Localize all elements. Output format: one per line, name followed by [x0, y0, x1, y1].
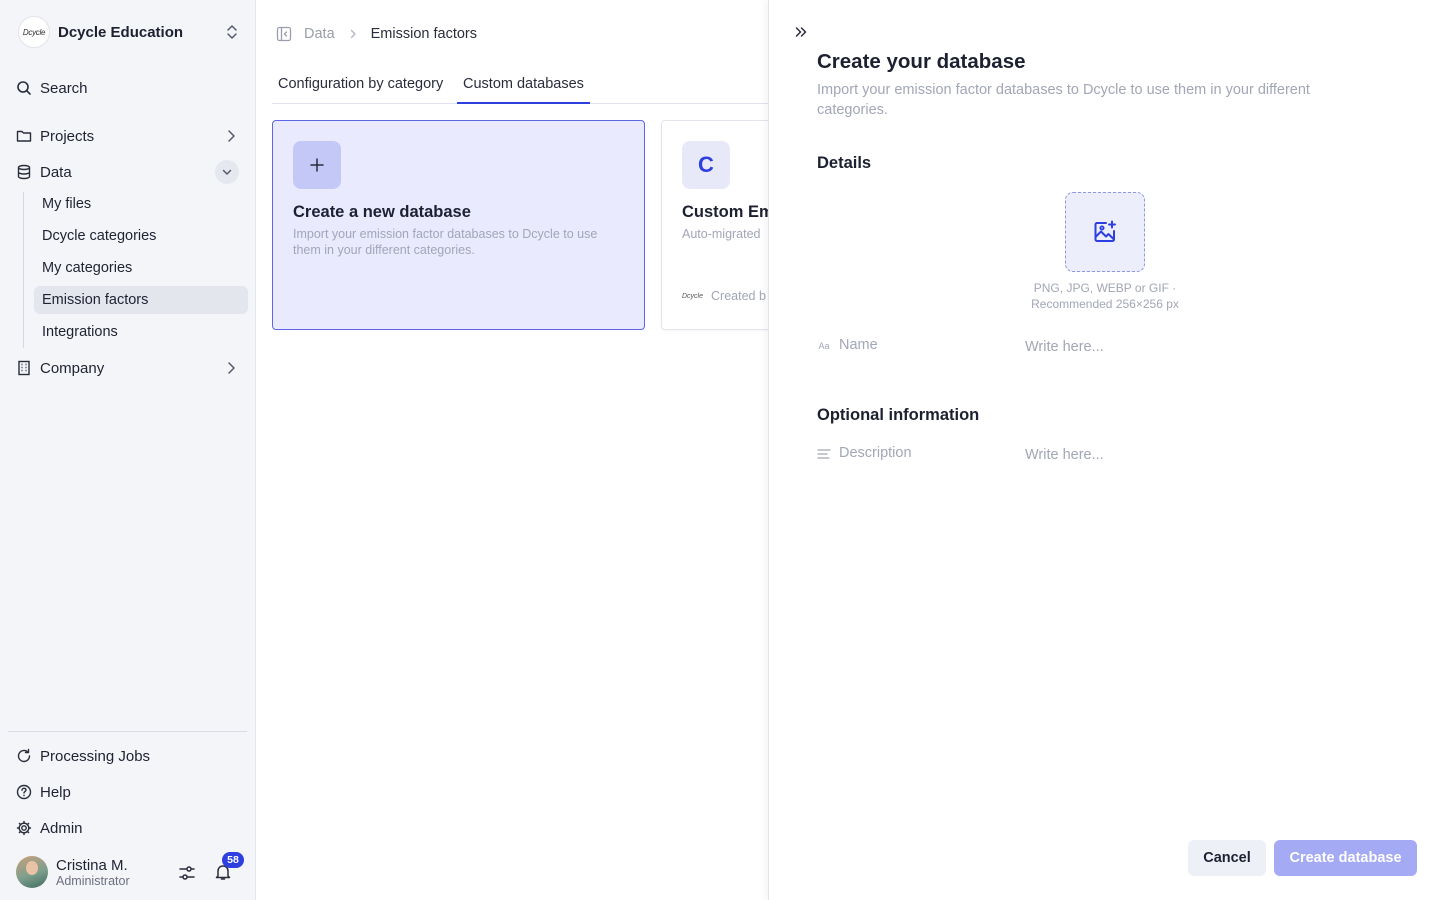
sidebar-divider: [8, 731, 247, 732]
nav-projects-label: Projects: [40, 127, 95, 145]
nav-search-label: Search: [40, 79, 88, 97]
user-profile: Cristina M. Administrator 58: [16, 852, 247, 888]
building-icon: [16, 360, 32, 376]
image-upload[interactable]: [1065, 192, 1145, 272]
subnav-dcycle-categories[interactable]: Dcycle categories: [34, 222, 248, 250]
chevron-right-icon: [228, 362, 235, 374]
create-database-card[interactable]: Create a new database Import your emissi…: [272, 120, 645, 330]
database-icon: [16, 164, 32, 180]
drawer-subtitle: Import your emission factor databases to…: [817, 82, 1310, 118]
subnav-emission-factors[interactable]: Emission factors: [34, 286, 248, 314]
breadcrumb-current: Emission factors: [370, 26, 478, 42]
name-input[interactable]: [1023, 335, 1403, 359]
nav-admin-label: Admin: [40, 819, 83, 837]
tab-bar: Configuration by category Custom databas…: [272, 72, 768, 104]
nav-data-label: Data: [40, 163, 72, 181]
nav-company-label: Company: [40, 359, 105, 377]
name-field-row: Aa Name: [817, 335, 1417, 359]
help-circle-icon: [16, 784, 32, 800]
plus-icon: [293, 141, 341, 189]
org-name: Dcycle Education: [58, 23, 184, 41]
sidebar: Dcycle Dcycle Education Search Projects …: [0, 0, 256, 900]
chevron-down-icon: [222, 169, 232, 175]
nav-data-collapse[interactable]: [215, 160, 239, 184]
card-creator: Dcycle Created b: [682, 289, 766, 303]
tab-configuration-by-category[interactable]: Configuration by category: [278, 72, 443, 104]
drawer-title: Create your database: [817, 50, 1026, 73]
create-card-description: Import your emission factor databases to…: [293, 227, 598, 257]
custom-card-title: Custom Em: [682, 203, 774, 221]
nav-projects[interactable]: Projects: [16, 123, 247, 149]
name-label: Name: [839, 337, 878, 353]
nav-help-label: Help: [40, 783, 71, 801]
breadcrumb: Data Emission factors: [276, 24, 477, 44]
text-type-icon: Aa: [818, 341, 830, 351]
description-field-row: Description: [817, 443, 1417, 467]
description-label: Description: [839, 445, 912, 461]
nav-search[interactable]: Search: [16, 75, 247, 101]
details-heading: Details: [817, 154, 872, 172]
chevron-up-down-icon: [227, 25, 237, 39]
org-logo: Dcycle: [18, 16, 50, 48]
description-input[interactable]: [1023, 443, 1403, 467]
create-card-title: Create a new database: [293, 203, 471, 221]
chevron-right-icon: [350, 29, 356, 39]
chevrons-right-icon[interactable]: [793, 24, 809, 40]
optional-heading: Optional information: [817, 406, 980, 424]
sidebar-toggle-icon[interactable]: [276, 26, 292, 42]
cancel-button[interactable]: Cancel: [1188, 840, 1266, 876]
creator-logo: Dcycle: [682, 292, 704, 300]
tab-custom-databases[interactable]: Custom databases: [457, 72, 590, 104]
nav-admin[interactable]: Admin: [16, 815, 247, 841]
user-name: Cristina M.: [56, 857, 128, 874]
main-content: Data Emission factors Configuration by c…: [256, 0, 861, 900]
settings-sliders-icon[interactable]: [178, 864, 196, 882]
nav-data[interactable]: Data: [16, 159, 247, 185]
gear-icon: [16, 820, 32, 836]
notification-badge: 58: [222, 852, 244, 868]
align-left-icon: [817, 447, 831, 461]
user-role: Administrator: [56, 874, 130, 888]
created-by-text: Created b: [711, 289, 766, 303]
nav-help[interactable]: Help: [16, 779, 247, 805]
refresh-icon: [16, 748, 32, 764]
search-icon: [16, 80, 32, 96]
data-subnav: My files Dcycle categories My categories…: [23, 192, 249, 348]
create-database-button[interactable]: Create database: [1274, 840, 1417, 876]
subnav-integrations[interactable]: Integrations: [34, 318, 248, 346]
upload-hint: PNG, JPG, WEBP or GIF · Recommended 256×…: [1031, 281, 1179, 311]
folder-icon: [16, 128, 32, 144]
subnav-my-categories[interactable]: My categories: [34, 254, 248, 282]
chevron-right-icon: [228, 130, 235, 142]
breadcrumb-data[interactable]: Data: [304, 26, 335, 42]
create-database-drawer: Create your database Import your emissio…: [768, 0, 1440, 900]
nav-company[interactable]: Company: [16, 355, 247, 381]
image-add-icon: [1094, 220, 1116, 242]
database-letter-avatar: C: [682, 141, 730, 189]
org-switcher[interactable]: Dcycle Dcycle Education: [18, 16, 240, 48]
avatar[interactable]: [16, 856, 48, 888]
nav-processing-jobs-label: Processing Jobs: [40, 747, 151, 765]
subnav-my-files[interactable]: My files: [34, 190, 248, 218]
nav-processing-jobs[interactable]: Processing Jobs: [16, 743, 247, 769]
